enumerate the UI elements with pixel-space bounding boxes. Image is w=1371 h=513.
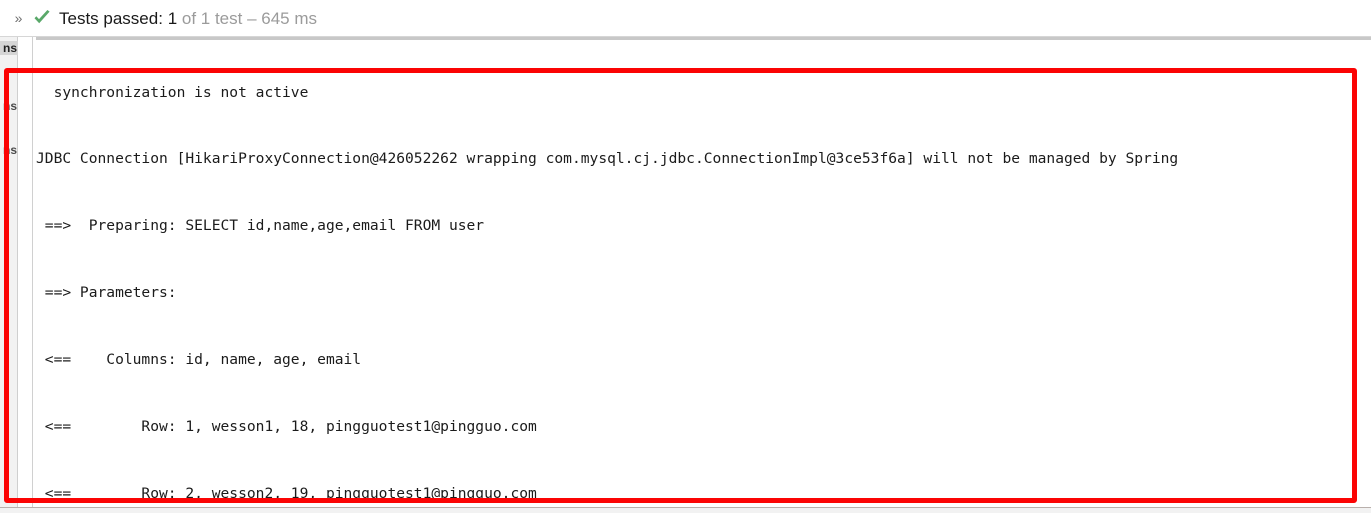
console-output-panel[interactable]: synchronization is not active JDBC Conne… (18, 37, 1371, 513)
log-line-2: <== Columns: id, name, age, email (36, 351, 362, 369)
expand-chevrons-icon[interactable]: » (7, 11, 29, 25)
log-line-clipped-1: JDBC Connection [HikariProxyConnection@4… (36, 150, 1179, 168)
log-line-3: <== Row: 1, wesson1, 18, pingguotest1@pi… (36, 418, 537, 436)
log-line-0: ==> Preparing: SELECT id,name,age,email … (36, 217, 485, 235)
sidebar-tab-2[interactable]: ns (0, 143, 18, 157)
log-line-1: ==> Parameters: (36, 284, 186, 302)
sidebar-tab-0[interactable]: ns (0, 41, 18, 55)
green-check-icon (31, 7, 53, 29)
console-log-text: synchronization is not active JDBC Conne… (36, 37, 1371, 513)
log-line-4: <== Row: 2, wesson2, 19, pingguotest1@pi… (36, 484, 537, 502)
sidebar-tab-1[interactable]: ns (0, 99, 18, 113)
console-gutter-divider (32, 37, 33, 513)
tests-detail-text: of 1 test – 645 ms (177, 8, 318, 28)
bottom-window-edge (0, 507, 1371, 513)
test-status-text: Tests passed: 1 of 1 test – 645 ms (59, 10, 317, 27)
tests-passed-count: 1 (167, 8, 178, 28)
log-line-clipped-0: synchronization is not active (36, 83, 309, 101)
test-results-status-bar: » Tests passed: 1 of 1 test – 645 ms (0, 0, 1371, 37)
tests-passed-label: Tests passed: (59, 8, 163, 28)
left-tool-window-tab-strip: ns ns ns (0, 37, 18, 513)
